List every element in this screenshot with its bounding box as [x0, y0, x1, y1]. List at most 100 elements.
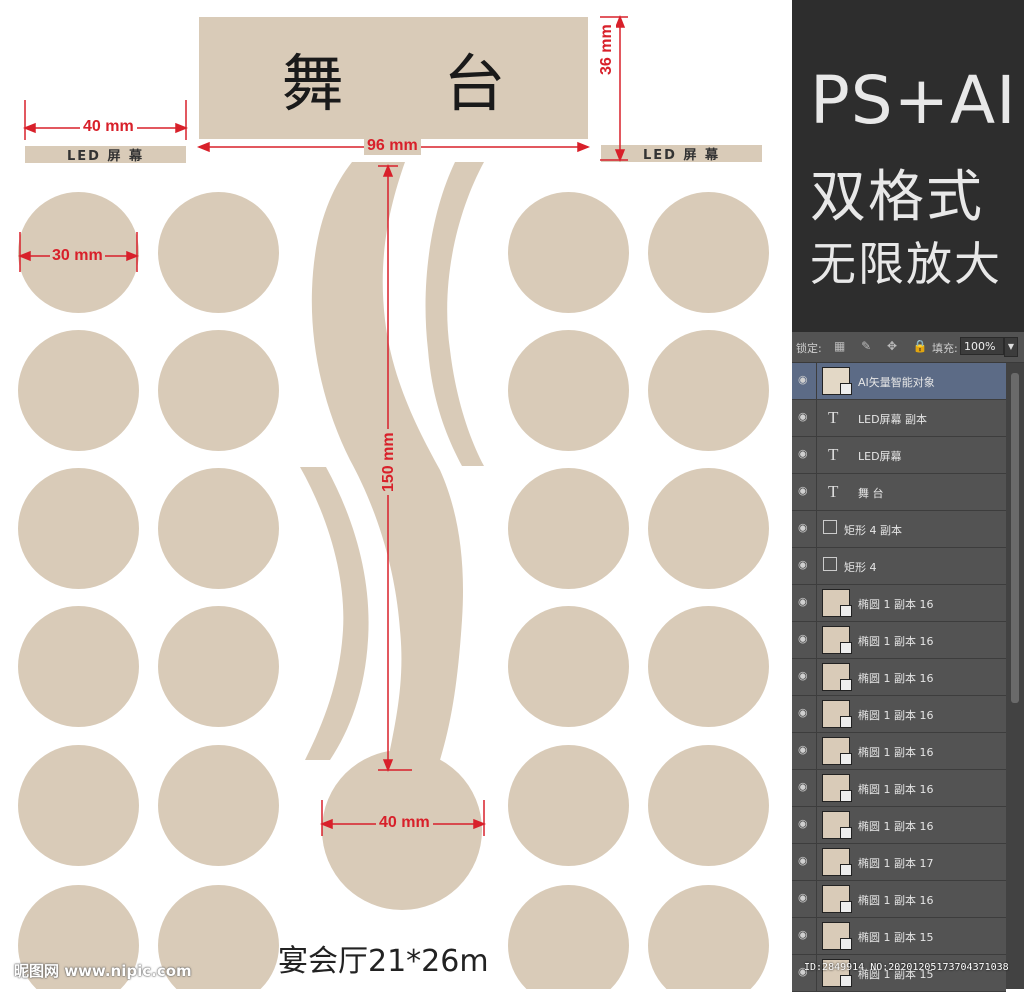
layer-row[interactable]: ◉ 椭圆 1 副本 15 — [792, 918, 1006, 955]
layer-name: 椭圆 1 副本 16 — [858, 635, 934, 648]
smart-object-icon — [840, 901, 852, 913]
left-curve-strip — [300, 467, 369, 760]
layers-lock-bar: 锁定: ▦ ✎ ✥ 🔒 填充: 100% ▼ — [792, 332, 1024, 363]
layer-name: LED屏幕 — [858, 450, 902, 463]
layer-name: 椭圆 1 副本 16 — [858, 746, 934, 759]
visibility-eye-icon[interactable]: ◉ — [798, 374, 810, 385]
layer-row[interactable]: ◉ T 舞 台 — [792, 474, 1006, 511]
smart-object-icon — [840, 864, 852, 876]
right-curve-strip — [425, 162, 484, 466]
layer-row[interactable]: ◉ 椭圆 1 副本 16 — [792, 585, 1006, 622]
visibility-eye-icon[interactable]: ◉ — [798, 707, 810, 718]
visibility-eye-icon[interactable]: ◉ — [798, 744, 810, 755]
layer-row[interactable]: ◉ T LED屏幕 副本 — [792, 400, 1006, 437]
dimension-lines — [17, 14, 628, 836]
layer-row[interactable]: ◉ 矩形 4 — [792, 548, 1006, 585]
divider — [816, 881, 817, 917]
divider — [816, 955, 817, 991]
watermark: 昵图网 www.nipic.com — [14, 962, 192, 980]
dim-aisle-length: 150 mm — [380, 429, 398, 495]
scrollbar-thumb[interactable] — [1011, 373, 1019, 703]
lock-label: 锁定: — [796, 342, 822, 355]
smart-object-icon — [840, 790, 852, 802]
layer-name: 椭圆 1 副本 16 — [858, 672, 934, 685]
promo-line-1: PS+AI — [810, 62, 1017, 139]
divider — [816, 363, 817, 399]
smart-object-icon — [840, 642, 852, 654]
lock-icons[interactable]: ▦ ✎ ✥ 🔒 — [834, 339, 934, 353]
layer-name: 椭圆 1 副本 16 — [858, 894, 934, 907]
layer-name: 椭圆 1 副本 16 — [858, 709, 934, 722]
divider — [816, 696, 817, 732]
smart-object-icon — [840, 975, 852, 987]
promo-line-2: 双格式 — [810, 165, 984, 230]
visibility-eye-icon[interactable]: ◉ — [798, 781, 810, 792]
layer-name: LED屏幕 副本 — [858, 413, 928, 426]
layer-row[interactable]: ◉ 矩形 4 副本 — [792, 511, 1006, 548]
fill-dropdown-icon[interactable]: ▼ — [1004, 337, 1018, 357]
divider — [816, 733, 817, 769]
shape-layer-icon — [823, 520, 837, 534]
layer-name: 椭圆 1 副本 16 — [858, 820, 934, 833]
visibility-eye-icon[interactable]: ◉ — [798, 411, 810, 422]
layer-row[interactable]: ◉ AI矢量智能对象 — [792, 363, 1006, 400]
layers-scrollbar[interactable] — [1006, 363, 1024, 989]
smart-object-icon — [840, 679, 852, 691]
layer-row[interactable]: ◉ 椭圆 1 副本 16 — [792, 622, 1006, 659]
divider — [816, 437, 817, 473]
smart-object-icon — [840, 938, 852, 950]
layer-name: 矩形 4 副本 — [844, 524, 902, 537]
divider — [816, 659, 817, 695]
visibility-eye-icon[interactable]: ◉ — [798, 818, 810, 829]
layer-name: 椭圆 1 副本 15 — [858, 931, 934, 944]
dim-round-stage: 40 mm — [376, 814, 433, 832]
layer-row[interactable]: ◉ 椭圆 1 副本 16 — [792, 770, 1006, 807]
shape-layer-icon — [823, 557, 837, 571]
smart-object-icon — [840, 383, 852, 395]
layer-name: 椭圆 1 副本 16 — [858, 598, 934, 611]
visibility-eye-icon[interactable]: ◉ — [798, 892, 810, 903]
promo-line-3: 无限放大 — [810, 237, 1002, 291]
floor-plan-canvas: 舞 台 LED 屏 幕 LED 屏 幕 40 mm 96 mm 36 mm 30… — [0, 0, 792, 989]
promo-banner: PS+AI 双格式 无限放大 — [792, 0, 1024, 332]
divider — [816, 511, 817, 547]
dim-led-width: 40 mm — [80, 118, 137, 136]
layer-name: AI矢量智能对象 — [858, 376, 935, 389]
dim-table-diameter: 30 mm — [50, 247, 105, 265]
visibility-eye-icon[interactable]: ◉ — [798, 929, 810, 940]
image-id: ID:2849914 NO:20201205173704371038 — [804, 962, 1009, 973]
smart-object-icon — [840, 827, 852, 839]
layer-row[interactable]: ◉ 椭圆 1 副本 16 — [792, 807, 1006, 844]
visibility-eye-icon[interactable]: ◉ — [798, 559, 810, 570]
visibility-eye-icon[interactable]: ◉ — [798, 448, 810, 459]
layer-row[interactable]: ◉ T LED屏幕 — [792, 437, 1006, 474]
fill-input[interactable]: 100% — [960, 337, 1004, 355]
divider — [816, 400, 817, 436]
visibility-eye-icon[interactable]: ◉ — [798, 485, 810, 496]
visibility-eye-icon[interactable]: ◉ — [798, 670, 810, 681]
layer-row[interactable]: ◉ 椭圆 1 副本 16 — [792, 696, 1006, 733]
divider — [816, 844, 817, 880]
layer-name: 矩形 4 — [844, 561, 877, 574]
visibility-eye-icon[interactable]: ◉ — [798, 633, 810, 644]
divider — [816, 585, 817, 621]
layer-name: 椭圆 1 副本 17 — [858, 857, 934, 870]
layer-row[interactable]: ◉ 椭圆 1 副本 15 — [792, 955, 1006, 992]
visibility-eye-icon[interactable]: ◉ — [798, 596, 810, 607]
smart-object-icon — [840, 753, 852, 765]
visibility-eye-icon[interactable]: ◉ — [798, 855, 810, 866]
divider — [816, 548, 817, 584]
layer-row[interactable]: ◉ 椭圆 1 副本 17 — [792, 844, 1006, 881]
hall-caption: 宴会厅21*26m — [278, 944, 489, 979]
divider — [816, 918, 817, 954]
divider — [816, 622, 817, 658]
dim-stage-height: 36 mm — [598, 21, 616, 78]
layer-name: 舞 台 — [858, 487, 884, 500]
visibility-eye-icon[interactable]: ◉ — [798, 522, 810, 533]
smart-object-icon — [840, 716, 852, 728]
layer-row[interactable]: ◉ 椭圆 1 副本 16 — [792, 659, 1006, 696]
text-layer-icon: T — [828, 445, 839, 464]
text-layer-icon: T — [828, 482, 839, 501]
layer-row[interactable]: ◉ 椭圆 1 副本 16 — [792, 881, 1006, 918]
layer-row[interactable]: ◉ 椭圆 1 副本 16 — [792, 733, 1006, 770]
